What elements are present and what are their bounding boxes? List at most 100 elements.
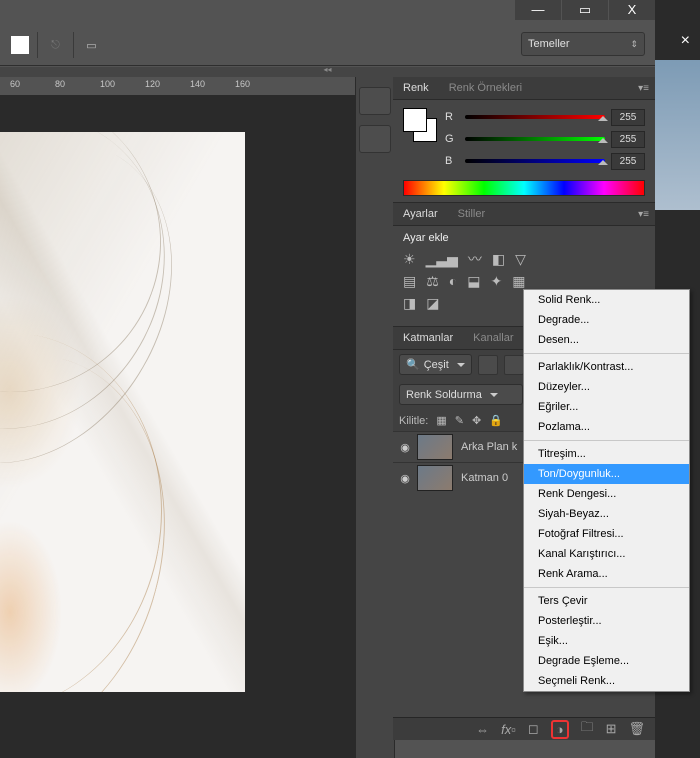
brightness-contrast-icon[interactable]: ☀ <box>403 252 416 266</box>
lock-all-icon[interactable]: 🔒 <box>489 414 503 427</box>
lock-position-icon[interactable]: ✥ <box>472 414 481 427</box>
bw-icon[interactable]: ◐ <box>449 274 457 288</box>
background-image-fragment <box>655 60 700 210</box>
lut-icon[interactable]: ▦ <box>512 274 525 288</box>
color-panel-header: Renk Renk Örnekleri ▾≡ <box>393 77 655 100</box>
minimize-button[interactable]: — <box>515 0 561 20</box>
hue-ramp[interactable] <box>403 180 645 196</box>
menu-item[interactable]: Ton/Doygunluk... <box>524 464 689 484</box>
ruler-tick: 60 <box>10 79 20 89</box>
menu-item[interactable]: Renk Arama... <box>524 564 689 584</box>
layer-effects-icon[interactable]: fx▫ <box>501 722 516 737</box>
canvas[interactable] <box>0 132 245 692</box>
tab-adjustments[interactable]: Ayarlar <box>393 203 448 225</box>
channel-label: R <box>445 111 459 123</box>
options-bar: ⎋ ▭ Temeller ⇕ <box>0 25 655 66</box>
document-area: 60 80 100 120 140 160 <box>0 77 355 758</box>
channel-slider[interactable] <box>465 134 605 144</box>
photo-filter-icon[interactable]: ⬓ <box>467 274 480 288</box>
lock-label: Kilitle: <box>399 415 428 427</box>
panel-menu-icon[interactable]: ▾≡ <box>638 83 649 94</box>
tab-channels[interactable]: Kanallar <box>463 327 523 349</box>
color-balance-icon[interactable]: ⚖ <box>426 274 439 288</box>
window-close-button[interactable]: X <box>609 0 655 20</box>
filter-pixel-icon[interactable] <box>478 355 498 375</box>
ruler-tick: 120 <box>145 79 160 89</box>
layer-mask-icon[interactable]: ◻ <box>528 721 539 737</box>
close-icon[interactable]: × <box>681 32 690 50</box>
channel-slider[interactable] <box>465 112 605 122</box>
new-adjustment-layer-button[interactable]: ◑ <box>551 720 569 739</box>
menu-item[interactable]: Fotoğraf Filtresi... <box>524 524 689 544</box>
menu-item[interactable]: Eşik... <box>524 631 689 651</box>
workspace-label: Temeller <box>528 38 570 50</box>
invert-icon[interactable]: ◨ <box>403 296 416 310</box>
blend-mode-select[interactable]: Renk Soldurma <box>399 384 523 405</box>
tab-swatches[interactable]: Renk Örnekleri <box>439 77 532 99</box>
layer-thumbnail[interactable] <box>417 465 453 491</box>
tab-styles[interactable]: Stiller <box>448 203 496 225</box>
channel-value[interactable]: 255 <box>611 153 645 170</box>
tab-layers[interactable]: Katmanlar <box>393 327 463 349</box>
layer-filter-label: Çeşit <box>424 359 449 371</box>
layers-footer: ⇔ fx▫ ◻ ◑ 🗀 ⊞ 🗑 <box>393 717 655 740</box>
toolbar-slot-3[interactable]: ▭ <box>73 32 109 58</box>
layer-name[interactable]: Katman 0 <box>461 472 508 484</box>
panel-menu-icon[interactable]: ▾≡ <box>638 209 649 220</box>
foreground-background-swatch[interactable] <box>403 108 437 142</box>
curves-icon[interactable]: 〰 <box>468 252 482 266</box>
ruler-horizontal: 60 80 100 120 140 160 <box>0 77 355 95</box>
ruler-tick: 80 <box>55 79 65 89</box>
blend-mode-label: Renk Soldurma <box>406 389 482 401</box>
visibility-toggle-icon[interactable]: ◉ <box>393 441 417 454</box>
menu-item[interactable]: Parlaklık/Kontrast... <box>524 357 689 377</box>
visibility-toggle-icon[interactable]: ◉ <box>393 472 417 485</box>
collapsed-panel-button[interactable] <box>359 87 391 115</box>
menu-item[interactable]: Posterleştir... <box>524 611 689 631</box>
menu-item[interactable]: Seçmeli Renk... <box>524 671 689 691</box>
tool-preset-button[interactable] <box>2 32 37 58</box>
menu-item[interactable]: Degrade Eşleme... <box>524 651 689 671</box>
menu-item[interactable]: Siyah-Beyaz... <box>524 504 689 524</box>
lock-paint-icon[interactable]: ✎ <box>455 414 464 427</box>
filter-adjust-icon[interactable] <box>504 355 524 375</box>
chevron-updown-icon: ⇕ <box>630 39 638 50</box>
levels-icon[interactable]: ▁▃▅ <box>426 252 458 266</box>
new-group-icon[interactable]: 🗀 <box>581 718 594 740</box>
tab-color[interactable]: Renk <box>393 77 439 99</box>
menu-item[interactable]: Desen... <box>524 330 689 350</box>
channel-slider[interactable] <box>465 156 605 166</box>
menu-item[interactable]: Solid Renk... <box>524 290 689 310</box>
link-layers-icon[interactable]: ⇔ <box>476 722 489 737</box>
menu-item[interactable]: Pozlama... <box>524 417 689 437</box>
maximize-button[interactable]: ▭ <box>562 0 608 20</box>
menu-item[interactable]: Titreşim... <box>524 444 689 464</box>
menu-item[interactable]: Renk Dengesi... <box>524 484 689 504</box>
adjustments-title: Ayar ekle <box>403 232 645 244</box>
lock-transparent-icon[interactable]: ▦ <box>436 414 446 427</box>
hue-sat-icon[interactable]: ▤ <box>403 274 416 288</box>
toolbar-slot-2[interactable]: ⎋ <box>37 32 73 58</box>
menu-item[interactable]: Kanal Karıştırıcı... <box>524 544 689 564</box>
delete-layer-icon[interactable]: 🗑 <box>628 721 645 737</box>
adjustments-panel-header: Ayarlar Stiller ▾≡ <box>393 203 655 226</box>
new-layer-icon[interactable]: ⊞ <box>606 721 617 737</box>
menu-item[interactable]: Ters Çevir <box>524 591 689 611</box>
layer-name[interactable]: Arka Plan k <box>461 441 517 453</box>
channel-value[interactable]: 255 <box>611 109 645 126</box>
layer-thumbnail[interactable] <box>417 434 453 460</box>
exposure-icon[interactable]: ◧ <box>492 252 505 266</box>
layer-filter-kind[interactable]: 🔍 Çeşit <box>399 354 472 375</box>
channel-value[interactable]: 255 <box>611 131 645 148</box>
window-titlebar: — ▭ X <box>0 0 700 25</box>
collapsed-panel-button[interactable] <box>359 125 391 153</box>
workspace-selector[interactable]: Temeller ⇕ <box>521 32 645 56</box>
channel-label: G <box>445 133 459 145</box>
menu-item[interactable]: Düzeyler... <box>524 377 689 397</box>
channel-mixer-icon[interactable]: ✦ <box>491 274 503 288</box>
posterize-icon[interactable]: ◪ <box>426 296 439 310</box>
menu-item[interactable]: Eğriler... <box>524 397 689 417</box>
ruler-tick: 140 <box>190 79 205 89</box>
menu-item[interactable]: Degrade... <box>524 310 689 330</box>
vibrance-icon[interactable]: ▽ <box>515 252 526 266</box>
